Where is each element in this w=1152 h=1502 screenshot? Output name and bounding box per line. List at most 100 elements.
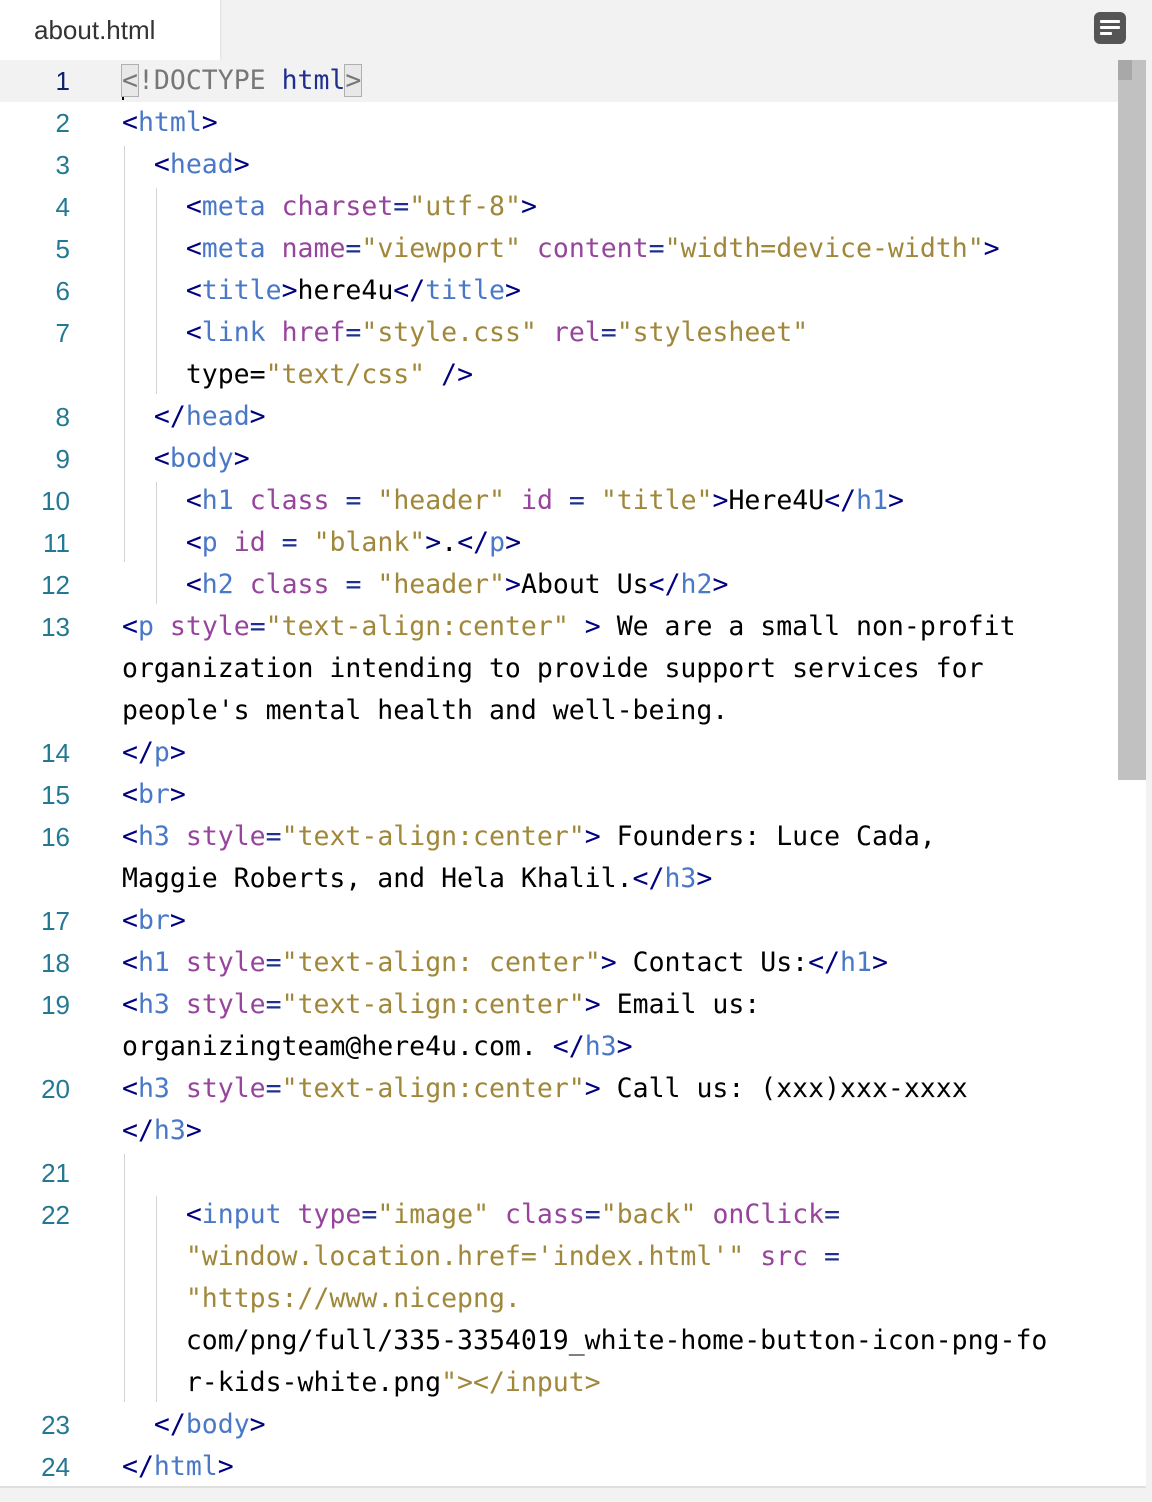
code-text: <meta name="viewport" content="width=dev… [185, 233, 1000, 264]
code-line[interactable]: 21 [0, 1152, 1118, 1194]
code-line[interactable]: 19 <h3 style="text-align:center"> Email u… [0, 984, 1118, 1026]
code-line[interactable]: type="text/css" /> [0, 354, 1118, 396]
line-number: 10 [41, 486, 70, 516]
line-number: 24 [41, 1452, 70, 1482]
line-number: 8 [55, 402, 70, 432]
code-text: <head> [153, 149, 250, 180]
code-line[interactable]: 6 <title>here4u</title> [0, 270, 1118, 312]
code-text: <input type="image" class="back" onClick… [185, 1199, 841, 1230]
code-text: <h1 style="text-align: center"> Contact … [122, 947, 888, 978]
code-line[interactable]: 24 </html> [0, 1446, 1118, 1486]
code-line[interactable]: 22 <input type="image" class="back" onCl… [0, 1194, 1118, 1236]
code-text: r-kids-white.png"></input> [122, 1367, 601, 1398]
menu-lines-icon[interactable] [1094, 12, 1126, 44]
code-text: <h2 class = "header">About Us</h2> [185, 569, 729, 600]
line-number: 7 [55, 318, 70, 348]
line-number: 20 [41, 1074, 70, 1104]
code-line[interactable]: 5 <meta name="viewport" content="width=d… [0, 228, 1118, 270]
code-line[interactable]: 10 <h1 class = "header" id = "title">Her… [0, 480, 1118, 522]
code-text: <br> [122, 905, 186, 936]
code-text: </h3> [122, 1115, 202, 1146]
tab-bar: about.html [0, 0, 1152, 60]
code-text: "https://www.nicepng. [185, 1283, 521, 1314]
code-line[interactable]: "https://www.nicepng. [0, 1278, 1118, 1320]
line-number: 9 [55, 444, 70, 474]
code-line[interactable]: 7 <link href="style.css" rel="stylesheet… [0, 312, 1118, 354]
code-text: com/png/full/335-3354019_white-home-butt… [122, 1325, 1048, 1356]
code-text: <br> [122, 779, 186, 810]
line-number: 4 [55, 192, 70, 222]
code-line[interactable]: organization intending to provide suppor… [0, 648, 1118, 690]
code-line[interactable]: 16 <h3 style="text-align:center"> Founder… [0, 816, 1118, 858]
code-text: </head> [153, 401, 266, 432]
code-text: people's mental health and well-being. [122, 695, 729, 726]
line-number: 13 [41, 612, 70, 642]
code-line[interactable]: 11 <p id = "blank">.</p> [0, 522, 1118, 564]
code-line[interactable]: Maggie Roberts, and Hela Khalil.</h3> [0, 858, 1118, 900]
line-number: 11 [43, 528, 70, 558]
code-text: <h3 style="text-align:center"> Founders:… [122, 821, 936, 852]
code-text: <!DOCTYPE html> [121, 60, 363, 102]
code-text: <p style="text-align:center" > We are a … [122, 611, 1016, 642]
code-line[interactable]: 15 <br> [0, 774, 1118, 816]
line-number: 12 [41, 570, 70, 600]
indent-guide [124, 1154, 125, 1402]
code-line[interactable]: 14 </p> [0, 732, 1118, 774]
line-number: 2 [55, 108, 70, 138]
line-number: 19 [41, 990, 70, 1020]
line-number: 18 [41, 948, 70, 978]
tab-label: about.html [34, 14, 156, 45]
code-text: <html> [122, 107, 218, 138]
code-text: <h3 style="text-align:center"> Call us: … [122, 1073, 968, 1104]
code-text: Maggie Roberts, and Hela Khalil.</h3> [122, 863, 713, 894]
code-line[interactable]: 4 <meta charset="utf-8"> [0, 186, 1118, 228]
code-line[interactable]: 18 <h1 style="text-align: center"> Contac… [0, 942, 1118, 984]
code-line[interactable]: 12 <h2 class = "header">About Us</h2> [0, 564, 1118, 606]
code-line[interactable]: "window.location.href='index.html'" src … [0, 1236, 1118, 1278]
code-line[interactable]: people's mental health and well-being. [0, 690, 1118, 732]
code-text: "window.location.href='index.html'" src … [185, 1241, 841, 1272]
code-editor[interactable]: 1 <!DOCTYPE html> 2 <html> 3 <head> 4 <meta c… [0, 60, 1146, 1488]
tab-about-html[interactable]: about.html [0, 0, 220, 60]
line-number: 6 [55, 276, 70, 306]
indent-guide [124, 146, 125, 562]
code-line[interactable]: 17 <br> [0, 900, 1118, 942]
code-line[interactable]: organizingteam@here4u.com. </h3> [0, 1026, 1118, 1068]
code-text: organization intending to provide suppor… [122, 653, 984, 684]
code-text: <body> [153, 443, 250, 474]
line-number: 3 [55, 150, 70, 180]
line-number: 21 [41, 1158, 70, 1188]
code-line[interactable]: 1 <!DOCTYPE html> [0, 60, 1118, 102]
line-number: 23 [41, 1410, 70, 1440]
code-text: </body> [153, 1409, 266, 1440]
code-line[interactable]: 2 <html> [0, 102, 1118, 144]
code-text: </p> [122, 737, 186, 768]
code-text: <h3 style="text-align:center"> Email us: [122, 989, 761, 1020]
scrollbar-marker [1118, 60, 1132, 80]
code-line[interactable]: </h3> [0, 1110, 1118, 1152]
code-line[interactable]: 9 <body> [0, 438, 1118, 480]
code-text: <p id = "blank">.</p> [185, 527, 522, 558]
code-text: </html> [122, 1451, 234, 1482]
code-line[interactable]: 23 </body> [0, 1404, 1118, 1446]
indent-guide [156, 1196, 157, 1402]
code-text: type="text/css" /> [122, 359, 474, 390]
code-line[interactable]: r-kids-white.png"></input> [0, 1362, 1118, 1404]
code-text: <title>here4u</title> [185, 275, 521, 306]
line-number: 14 [41, 738, 70, 768]
code-line[interactable]: 13 <p style="text-align:center" > We are … [0, 606, 1118, 648]
vertical-scrollbar[interactable] [1118, 60, 1146, 780]
code-line[interactable]: com/png/full/335-3354019_white-home-butt… [0, 1320, 1118, 1362]
code-text: <link href="style.css" rel="stylesheet" [185, 317, 809, 348]
line-number: 5 [55, 234, 70, 264]
code-line[interactable]: 3 <head> [0, 144, 1118, 186]
indent-guide [156, 188, 157, 394]
code-line[interactable]: 8 </head> [0, 396, 1118, 438]
code-text: <meta charset="utf-8"> [185, 191, 537, 222]
line-number: 17 [41, 906, 70, 936]
code-text: organizingteam@here4u.com. </h3> [122, 1031, 633, 1062]
line-number: 15 [41, 780, 70, 810]
line-number: 16 [41, 822, 70, 852]
code-text: <h1 class = "header" id = "title">Here4U… [185, 485, 905, 516]
code-line[interactable]: 20 <h3 style="text-align:center"> Call us… [0, 1068, 1118, 1110]
